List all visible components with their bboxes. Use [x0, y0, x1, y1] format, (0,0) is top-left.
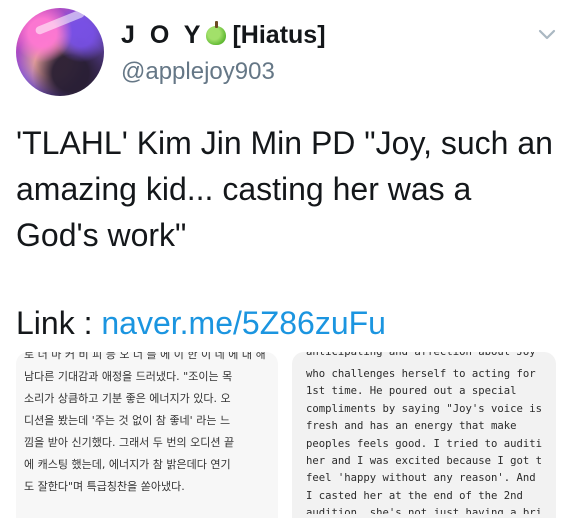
author-name-suffix[interactable]: [Hiatus] [232, 21, 325, 50]
media-image-translation[interactable]: anticipating and affection about Joy who… [292, 352, 556, 518]
author-handle[interactable]: @applejoy903 [121, 58, 275, 86]
green-apple-icon [206, 21, 227, 45]
article-line: 에 캐스팅 했는데, 에너지가 참 밝은데다 연기 [24, 458, 231, 471]
translation-line: peoples feels good. I tried to auditione… [306, 437, 542, 450]
link-label: Link : [16, 305, 102, 341]
author-display-name[interactable]: J O Y [121, 21, 204, 50]
article-line: 도 잘한다"며 특급칭찬을 쏟아냈다. [24, 480, 185, 493]
clipped-text-line: 로 더 마 커 비 피 등 오 너 를 에 이 한 이 네 에 대 해 [24, 352, 266, 361]
tweet-text: 'TLAHL' Kim Jin Min PD "Joy, such an ama… [16, 125, 553, 253]
tweet-link-row: Link : naver.me/5Z86zuFu [16, 300, 386, 346]
article-line: 낌을 받아 신기했다. 그래서 두 번의 오디션 끝 [24, 436, 235, 449]
article-line: 디션을 봤는데 '주는 것 없이 참 좋네' 라는 느 [24, 414, 231, 427]
translation-line: who challenges herself to acting for the [306, 368, 542, 380]
translation-line: 1st time. He poured out a special [306, 385, 517, 398]
article-line: 남다른 기대감과 애정을 드러냈다. "조이는 목 [24, 370, 233, 383]
korean-article-text: 남다른 기대감과 애정을 드러냈다. "조이는 목 소리가 상큼하고 기분 좋은… [16, 366, 278, 498]
media-image-korean-article[interactable]: 로 더 마 커 비 피 등 오 너 를 에 이 한 이 네 에 대 해 남다른 … [16, 352, 278, 518]
translation-line: her and I was excited because I got to [306, 455, 542, 468]
translation-line: I casted her at the end of the 2nd [306, 489, 523, 502]
translation-line: feel 'happy without any reason'. And so, [306, 472, 542, 485]
avatar-highlight [34, 8, 86, 36]
translation-text: who challenges herself to acting for the… [292, 366, 556, 514]
tweet-link[interactable]: naver.me/5Z86zuFu [101, 305, 386, 341]
clipped-text-line: audition, she's not just having a bright [306, 507, 542, 515]
profile-avatar[interactable] [16, 8, 104, 96]
chevron-down-icon[interactable] [538, 26, 556, 44]
article-line: 소리가 상큼하고 기분 좋은 에너지가 있다. 오 [24, 392, 231, 405]
clipped-text-line: anticipating and affection about Joy [306, 352, 536, 358]
author-name-row[interactable]: J O Y [Hiatus] [121, 21, 326, 50]
translation-line: compliments by saying "Joy's voice is [306, 402, 542, 415]
translation-line: fresh and has an energy that make [306, 420, 517, 433]
